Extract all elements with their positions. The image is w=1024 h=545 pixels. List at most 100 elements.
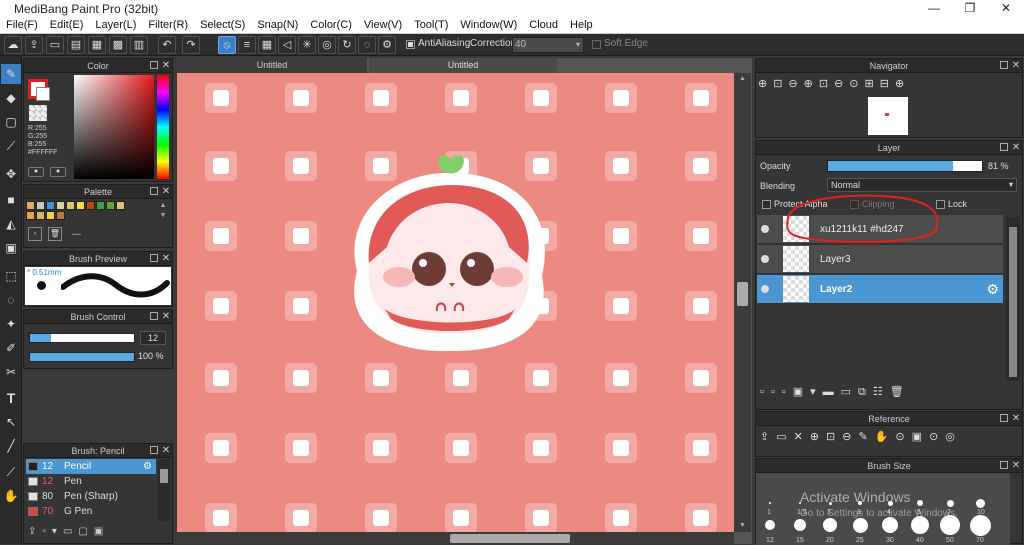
menu-window[interactable]: Window(W) (454, 18, 523, 33)
palette-swatch[interactable] (106, 201, 115, 210)
palette-swatch[interactable] (46, 201, 55, 210)
panel-close-icon[interactable]: ✕ (161, 252, 171, 265)
brush-size-dot[interactable] (852, 517, 868, 533)
eye-icon[interactable] (761, 255, 769, 263)
menu-filter[interactable]: Filter(R) (142, 18, 194, 33)
undo-icon[interactable]: ↶ (158, 36, 176, 54)
lasso-tool-icon[interactable]: ◌ (1, 290, 21, 310)
panel-close-icon[interactable]: ✕ (1011, 412, 1021, 425)
divide-tool-icon[interactable]: ╱ (1, 436, 21, 456)
minimize-icon[interactable]: — (916, 0, 952, 18)
menu-select[interactable]: Select(S) (194, 18, 251, 33)
comment-icon[interactable]: ▭ (46, 36, 64, 54)
palette-swatch[interactable] (26, 201, 35, 210)
canvas-vertical-scroll-thumb[interactable] (737, 282, 748, 306)
navigator-zoom-icons[interactable]: ⊕⊡⊖⊕⊡⊖⊙⊞⊟⊕ (758, 77, 978, 95)
brush-list-scrollbar[interactable] (158, 459, 170, 521)
palette-swatch[interactable] (86, 201, 95, 210)
palette-add-icon[interactable]: ▫ (28, 227, 42, 241)
tab-untitled-2[interactable]: Untitled (369, 58, 557, 73)
brush-size-dot[interactable] (794, 519, 806, 531)
menu-help[interactable]: Help (564, 18, 599, 33)
brush-size-dot[interactable] (882, 517, 898, 533)
brush-size-slider[interactable] (29, 333, 135, 343)
eye-icon[interactable] (761, 285, 769, 293)
panel-close-icon[interactable]: ✕ (161, 185, 171, 198)
perspective-snap-icon[interactable]: ◁ (278, 36, 296, 54)
cloud-icon[interactable]: ☁ (4, 36, 22, 54)
palette-delete-icon[interactable]: 🗑 (48, 227, 62, 241)
eraser-tool-icon[interactable]: ◆ (1, 88, 21, 108)
settings-snap-icon[interactable]: ⚙ (378, 36, 396, 54)
maximize-icon[interactable]: ❐ (952, 0, 988, 18)
brush-size-dot[interactable] (946, 499, 954, 507)
eyedropper-tool-icon[interactable]: ⟋ (1, 462, 21, 482)
palette-swatch[interactable] (66, 201, 75, 210)
color-swap-icon[interactable]: ● (50, 167, 66, 177)
concentric-snap-icon[interactable]: ◌ (358, 36, 376, 54)
scroll-up-icon[interactable]: ▲ (737, 75, 748, 83)
close-icon[interactable]: ✕ (988, 0, 1024, 18)
brush-opacity-slider[interactable] (29, 352, 135, 362)
grid-snap-icon[interactable]: ▦ (258, 36, 276, 54)
brush-item-pen-sharp[interactable]: 80 Pen (Sharp) (26, 489, 156, 504)
brush-size-dot[interactable] (765, 520, 775, 530)
panel-float-icon[interactable] (1000, 414, 1008, 422)
layer-row-layer2[interactable]: Layer2 ⚙ (757, 275, 1003, 304)
panel-float-icon[interactable] (150, 312, 158, 320)
menu-cloud[interactable]: Cloud (523, 18, 564, 33)
palette-scroll-arrows[interactable]: ▲ ▼ (158, 201, 168, 223)
hue-slider[interactable] (157, 75, 169, 179)
palette-swatch[interactable] (36, 211, 45, 220)
chat-icon[interactable]: ▤ (67, 36, 85, 54)
brush-size-value[interactable]: 12 (140, 331, 166, 345)
brush-list-scroll-thumb[interactable] (160, 469, 168, 483)
panel-float-icon[interactable] (1000, 461, 1008, 469)
panel-float-icon[interactable] (150, 61, 158, 69)
gradient-tool-icon[interactable]: ▣ (1, 238, 21, 258)
palette-swatch[interactable] (96, 201, 105, 210)
radial-snap-icon[interactable]: ✳ (298, 36, 316, 54)
move-tool-icon[interactable]: ✥ (1, 164, 21, 184)
fill-rect-tool-icon[interactable]: ■ (1, 190, 21, 210)
brush-size-dot[interactable] (769, 502, 771, 504)
palette-swatch[interactable] (26, 211, 35, 220)
palette-swatch[interactable] (46, 211, 55, 220)
panel-float-icon[interactable] (1000, 143, 1008, 151)
hand-tool-icon[interactable]: ✋ (1, 486, 21, 506)
brush-size-dot[interactable] (975, 498, 985, 508)
select-eraser-tool-icon[interactable]: ✂ (1, 362, 21, 382)
text-tool-icon[interactable]: T (1, 388, 21, 408)
redo-icon[interactable]: ↷ (182, 36, 200, 54)
panel-close-icon[interactable]: ✕ (1011, 59, 1021, 72)
select-rect-tool-icon[interactable]: ⬚ (1, 266, 21, 286)
palette-swatch[interactable] (56, 201, 65, 210)
menu-layer[interactable]: Layer(L) (89, 18, 142, 33)
panel-float-icon[interactable] (150, 446, 158, 454)
palette-swatch[interactable] (76, 201, 85, 210)
magic-wand-tool-icon[interactable]: ✦ (1, 314, 21, 334)
layer-actions[interactable]: ▫▫▫▣▾▬▭⧉☷🗑 (760, 385, 960, 401)
panel-close-icon[interactable]: ✕ (161, 444, 171, 457)
circle-snap-icon[interactable]: ◎ (318, 36, 336, 54)
drawing-canvas[interactable] (177, 73, 734, 532)
brush-item-pen[interactable]: 12 Pen (26, 474, 156, 489)
antialias-checkbox[interactable] (406, 40, 415, 49)
document-icon[interactable]: ▦ (88, 36, 106, 54)
grid-icon[interactable]: ▩ (109, 36, 127, 54)
layer-list-scrollbar[interactable] (1006, 217, 1020, 381)
panel-close-icon[interactable]: ✕ (161, 59, 171, 72)
snap-off-icon[interactable]: ⦸ (218, 36, 236, 54)
menu-view[interactable]: View(V) (358, 18, 408, 33)
panel-close-icon[interactable]: ✕ (1011, 141, 1021, 154)
background-color-swatch[interactable] (36, 87, 50, 101)
layer-row-layer3[interactable]: Layer3 (757, 245, 1003, 274)
gear-icon[interactable]: ⚙ (143, 459, 152, 474)
menu-edit[interactable]: Edit(E) (44, 18, 90, 33)
protect-alpha-checkbox[interactable] (762, 200, 771, 209)
panel-close-icon[interactable]: ✕ (161, 310, 171, 323)
menu-color[interactable]: Color(C) (304, 18, 358, 33)
select-pen-tool-icon[interactable]: ✐ (1, 338, 21, 358)
menu-snap[interactable]: Snap(N) (251, 18, 304, 33)
brush-size-dot[interactable] (823, 518, 837, 532)
